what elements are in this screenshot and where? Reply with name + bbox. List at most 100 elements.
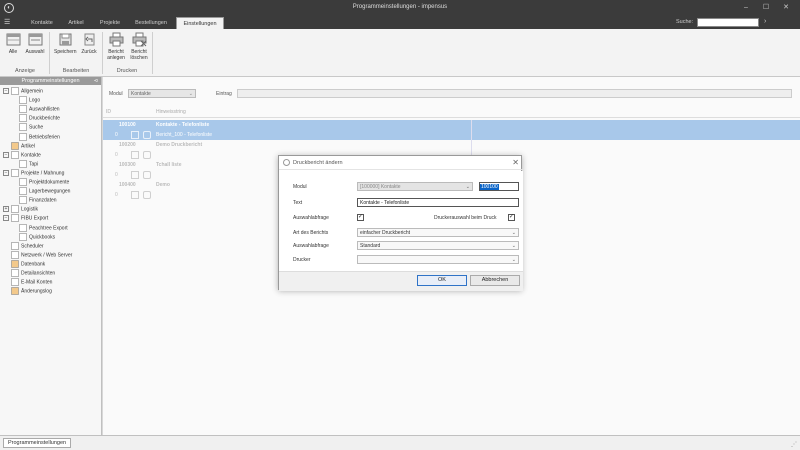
dialog-text-input[interactable]: Kontakte - Telefonliste bbox=[357, 198, 519, 207]
dialog-auswahl2-value: Standard bbox=[360, 243, 381, 249]
sidebar-item[interactable]: Logo bbox=[19, 96, 40, 105]
chevron-down-icon: ⌄ bbox=[511, 243, 516, 249]
dialog-drucker-label: Drucker bbox=[293, 257, 311, 263]
print-icon bbox=[19, 114, 27, 123]
sidebar-item[interactable]: Druckberichte bbox=[19, 114, 60, 123]
sidebar-item[interactable]: Tapi bbox=[19, 159, 38, 169]
printer-icon[interactable] bbox=[143, 171, 151, 179]
sidebar-item-label: Netzwerk / Web Server bbox=[21, 252, 73, 259]
printer-icon[interactable] bbox=[143, 131, 151, 139]
report-detail-row[interactable]: 0 Bericht_100 - Telefonliste bbox=[103, 130, 800, 140]
report-file-icon[interactable] bbox=[131, 151, 139, 159]
report-file-icon[interactable] bbox=[131, 171, 139, 179]
grid-header-hinweis: Hinweisstring bbox=[156, 109, 186, 115]
view-all-label: Alle bbox=[8, 49, 18, 55]
save-button[interactable]: Speichern bbox=[54, 32, 77, 66]
dialog-app-icon bbox=[283, 159, 290, 166]
sidebar-item[interactable]: − Kontakte bbox=[3, 150, 41, 160]
sidebar-item-label: Detailansichten bbox=[21, 270, 56, 277]
collapse-icon[interactable]: − bbox=[3, 88, 9, 94]
tab-bestellungen[interactable]: Bestellungen bbox=[130, 17, 172, 29]
pin-icon[interactable]: ⊲ bbox=[94, 77, 98, 85]
sidebar-item-label: Druckberichte bbox=[29, 115, 60, 122]
delete-report-button[interactable]: Bericht löschen bbox=[128, 32, 150, 66]
column-divider bbox=[471, 140, 472, 150]
maximize-button[interactable]: ☐ bbox=[758, 2, 774, 14]
sidebar-item[interactable]: Betriebsferien bbox=[19, 132, 60, 142]
mail-icon bbox=[11, 278, 19, 286]
tab-kontakte[interactable]: Kontakte bbox=[26, 17, 58, 29]
search-go-icon[interactable]: › bbox=[764, 18, 774, 27]
sidebar-item[interactable]: Projektdokumente bbox=[19, 178, 69, 187]
add-report-button[interactable]: Bericht anlegen bbox=[105, 32, 127, 66]
sidebar-item[interactable]: Suche bbox=[19, 123, 43, 132]
sidebar-item[interactable]: − Projekte / Mahnung bbox=[3, 169, 64, 178]
minimize-button[interactable]: – bbox=[738, 2, 754, 14]
sidebar-item-label: Artikel bbox=[21, 142, 35, 149]
view-selection-button[interactable]: Auswahl bbox=[24, 32, 46, 66]
sidebar-item[interactable]: Artikel bbox=[3, 141, 35, 151]
printer-icon[interactable] bbox=[143, 151, 151, 159]
cancel-button[interactable]: Abbrechen bbox=[470, 275, 520, 286]
tab-einstellungen[interactable]: Einstellungen bbox=[176, 17, 224, 29]
sidebar-item[interactable]: Quickbooks bbox=[19, 232, 55, 242]
status-tab-programmeinstellungen[interactable]: Programmeinstellungen bbox=[3, 438, 72, 448]
auswahlabfrage-checkbox[interactable]: ✓ bbox=[357, 214, 364, 221]
dialog-body: Modul [100000] Kontakte ⌄ 100100 Text Ko… bbox=[279, 171, 523, 271]
report-text: Demo bbox=[156, 182, 170, 188]
dialog-modul-select[interactable]: [100000] Kontakte ⌄ bbox=[357, 182, 473, 191]
dialog-art-select[interactable]: einfacher Druckbericht ⌄ bbox=[357, 228, 519, 237]
sidebar-item[interactable]: + Logistik bbox=[3, 205, 38, 214]
collapse-icon[interactable]: − bbox=[3, 169, 9, 176]
eintrag-filter-input[interactable] bbox=[237, 89, 792, 98]
search-input[interactable] bbox=[697, 18, 759, 27]
sidebar-item[interactable]: Datenbank bbox=[3, 260, 45, 269]
collapse-icon[interactable]: − bbox=[3, 151, 9, 158]
report-file-icon[interactable] bbox=[131, 131, 139, 139]
sidebar-item[interactable]: Änderungslog bbox=[3, 287, 52, 296]
menu-toggle-icon[interactable]: ☰ bbox=[4, 18, 14, 27]
sidebar-item[interactable]: Auswahllisten bbox=[19, 105, 60, 114]
tab-artikel[interactable]: Artikel bbox=[62, 17, 90, 29]
resize-grip-icon[interactable]: ⋰ bbox=[791, 441, 797, 448]
druckerauswahl-checkbox[interactable]: ✓ bbox=[508, 214, 515, 221]
sidebar-item[interactable]: Netzwerk / Web Server bbox=[3, 250, 73, 260]
sidebar-item[interactable]: − FIBU Export bbox=[3, 214, 48, 223]
sidebar-item[interactable]: Detailansichten bbox=[3, 269, 55, 278]
tab-projekte[interactable]: Projekte bbox=[94, 17, 126, 29]
dialog-id-input[interactable]: 100100 bbox=[479, 182, 519, 191]
report-id: 100100 bbox=[119, 122, 136, 128]
dialog-close-button[interactable]: ✕ bbox=[512, 158, 519, 167]
dialog-druckerauswahl-label: Druckerauswahl beim Druck bbox=[434, 215, 497, 221]
sidebar-item[interactable]: − Allgemein bbox=[3, 87, 43, 96]
undo-label: Zurück bbox=[81, 49, 97, 55]
report-group-row[interactable]: 100200 Demo Druckbericht bbox=[103, 140, 800, 150]
ok-button[interactable]: OK bbox=[417, 275, 467, 286]
chevron-down-icon: ⌄ bbox=[511, 230, 516, 236]
window-title: Programmeinstellungen - impensus bbox=[352, 4, 448, 10]
dialog-auswahl2-select[interactable]: Standard ⌄ bbox=[357, 241, 519, 250]
report-group-row[interactable]: 100100 Kontakte - Telefonliste bbox=[103, 120, 800, 130]
sidebar-item-label: Logo bbox=[29, 97, 41, 104]
expand-icon[interactable]: + bbox=[3, 206, 9, 213]
close-window-button[interactable]: ✕ bbox=[778, 2, 794, 14]
view-all-button[interactable]: Alle bbox=[2, 32, 24, 66]
sidebar-item[interactable]: E-Mail Konten bbox=[3, 278, 52, 287]
sidebar-item[interactable]: Finanzdaten bbox=[19, 196, 57, 205]
column-divider bbox=[471, 130, 472, 140]
title-bar: ◐ Programmeinstellungen - impensus – ☐ ✕ bbox=[0, 0, 800, 16]
sidebar-item[interactable]: Lagerbewegungen bbox=[19, 187, 70, 196]
report-file-icon[interactable] bbox=[131, 191, 139, 199]
sidebar-item[interactable]: Scheduler bbox=[3, 241, 44, 251]
undo-button[interactable]: Zurück bbox=[78, 32, 100, 66]
export-icon bbox=[11, 214, 19, 223]
view-selection-icon bbox=[28, 33, 42, 46]
delete-report-label-line2: löschen bbox=[130, 55, 148, 61]
modul-filter-select[interactable]: Kontakte ⌄ bbox=[128, 89, 196, 98]
dialog-drucker-select[interactable]: ⌄ bbox=[357, 255, 519, 264]
phone-icon bbox=[19, 159, 27, 168]
sidebar-item[interactable]: Peachtree Export bbox=[19, 223, 68, 233]
printer-icon[interactable] bbox=[143, 191, 151, 199]
collapse-icon[interactable]: − bbox=[3, 215, 9, 222]
search-icon bbox=[19, 123, 27, 132]
